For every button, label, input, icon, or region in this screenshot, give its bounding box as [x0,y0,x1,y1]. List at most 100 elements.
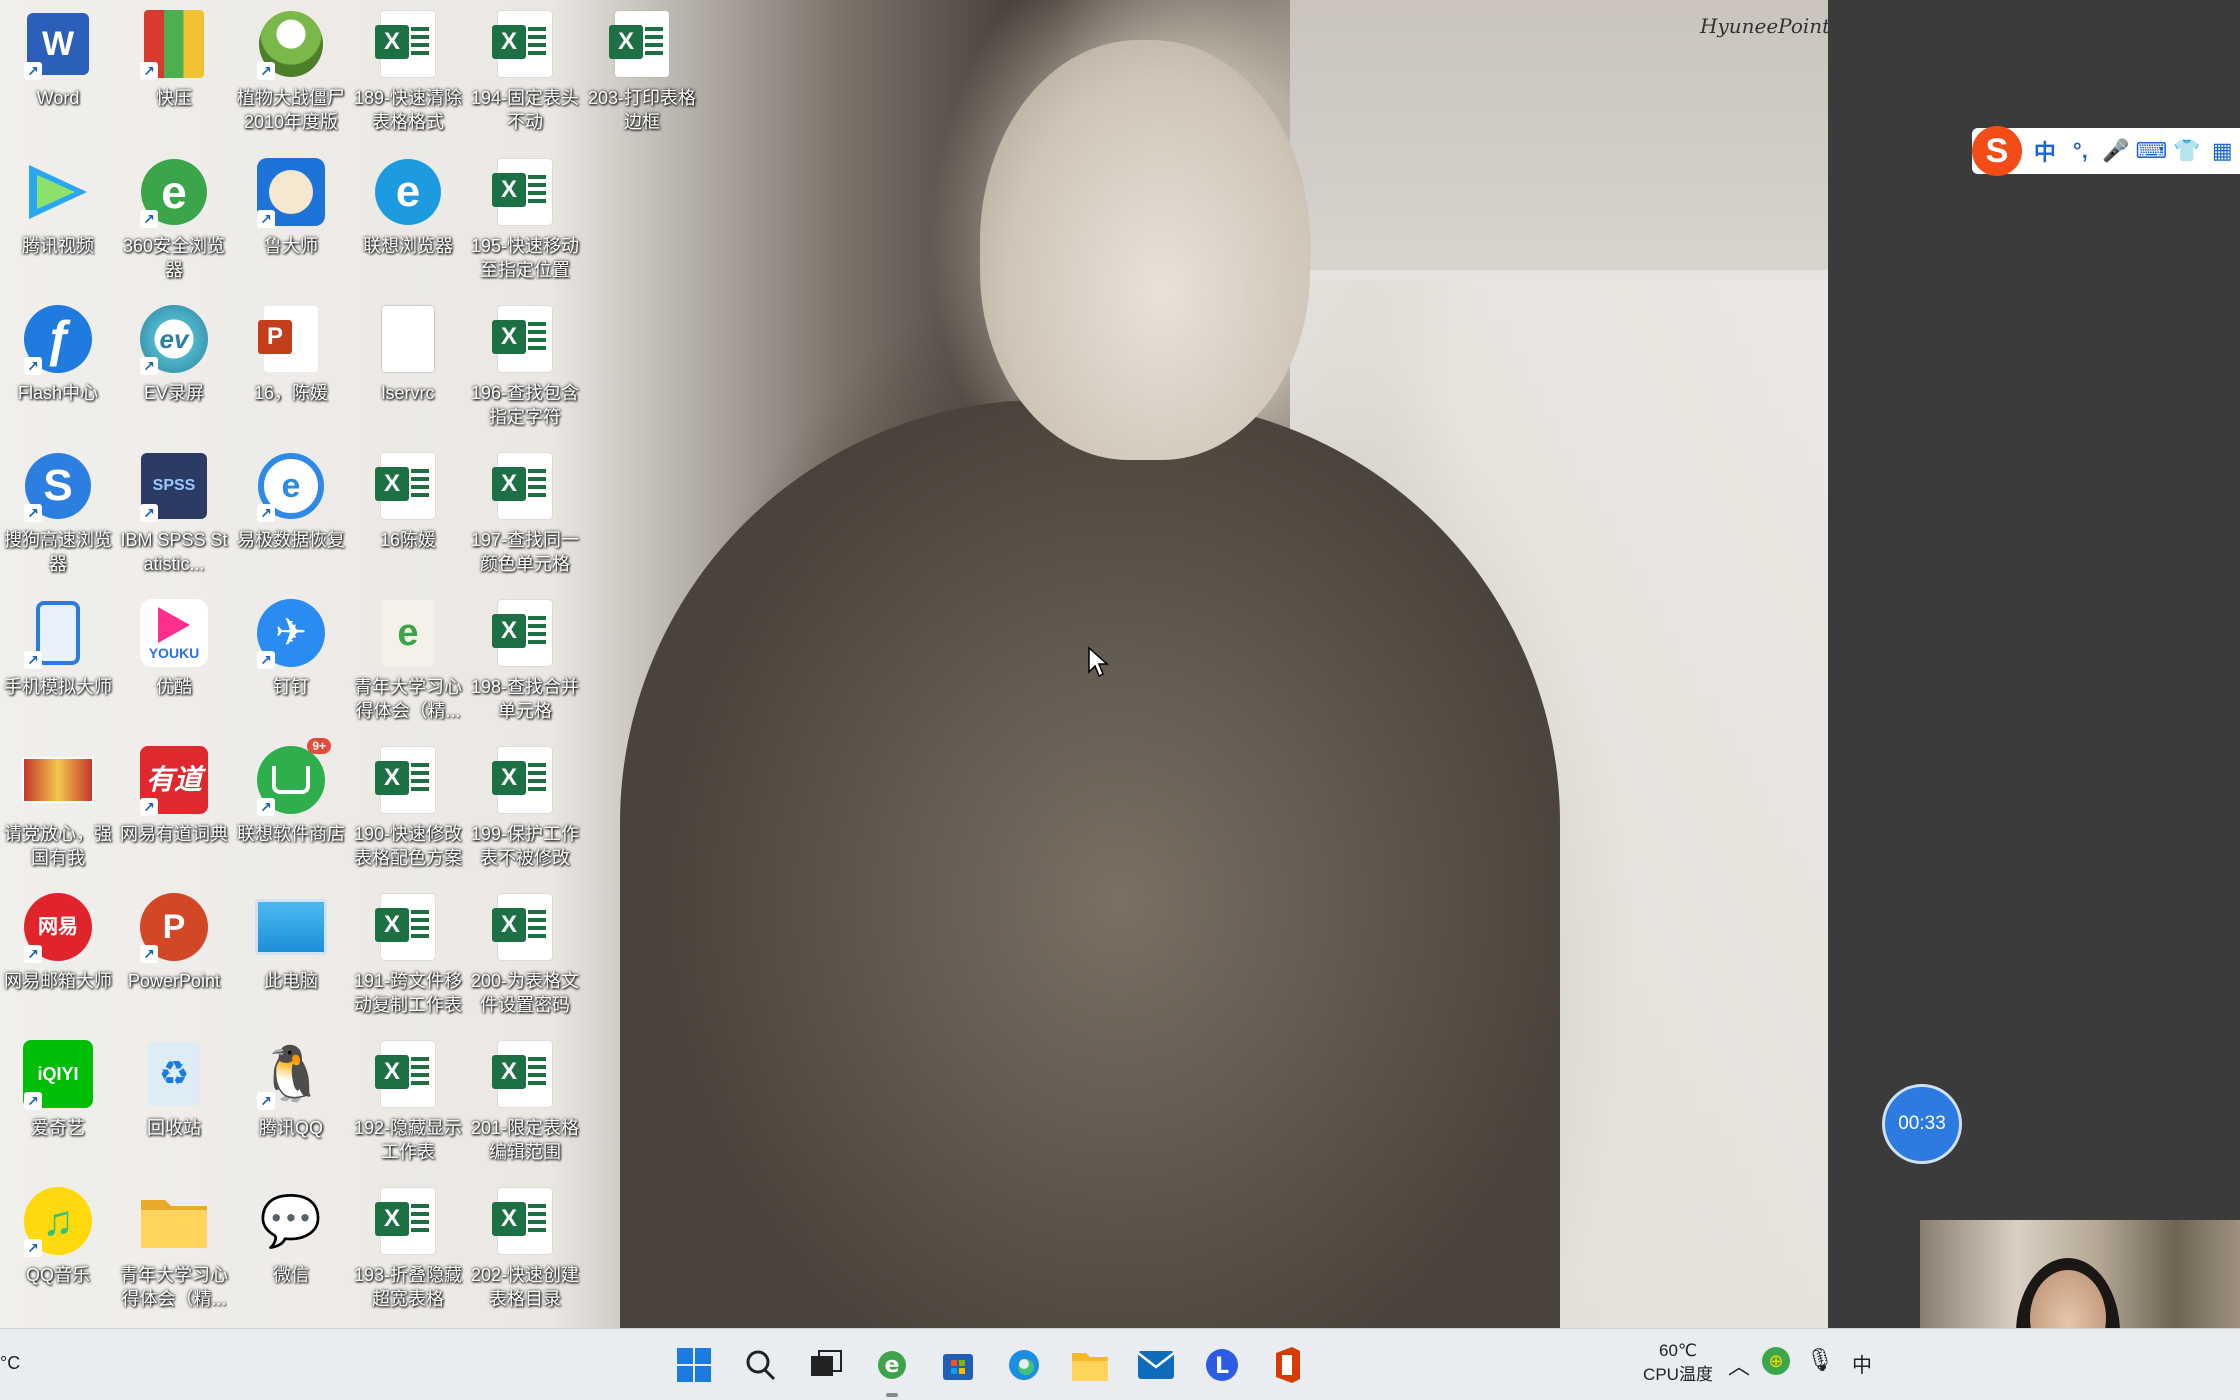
desktop-icon-ludashi[interactable]: ↗ 鲁大师 [233,156,349,258]
desktop-icon-spss[interactable]: SPSS ↗ IBM SPSS Statistic... [116,450,232,576]
dingtalk-icon: ✈ ↗ [255,597,327,669]
ie-file-icon: e [372,597,444,669]
qq-music-icon: ♫ ↗ [22,1185,94,1257]
desktop-icon-excel[interactable]: X 196-查找包含指定字符 [467,303,583,429]
desktop-icon-label: 193-折叠隐藏超宽表格 [353,1265,463,1309]
edge-icon[interactable] [1002,1343,1046,1387]
desktop-icon-tencent-video[interactable]: 腾讯视频 [0,156,116,258]
desktop-icon-excel[interactable]: X 198-查找合并单元格 [467,597,583,723]
desktop-icon-wechat[interactable]: 💬 微信 [233,1185,349,1287]
desktop-icon-blank-file[interactable]: lservrc [350,303,466,405]
desktop-icon-label: 196-查找包含指定字符 [470,383,580,427]
excel-icon: X [489,1185,561,1257]
desktop-icon-this-pc[interactable]: 此电脑 [233,891,349,993]
desktop-icon-lenovo-store[interactable]: 9+ ↗ 联想软件商店 [233,738,349,846]
ime-keyboard-icon[interactable]: ⌨ [2134,128,2169,174]
start-icon[interactable] [672,1343,716,1387]
desktop-icon-word[interactable]: W ↗ Word [0,8,116,110]
desktop-icon-image-file[interactable]: 请党放心，强国有我 [0,744,116,870]
desktop-icon-sogou[interactable]: S ↗ 搜狗高速浏览器 [0,450,116,576]
ime-lang-toggle[interactable]: 中 [2027,128,2062,174]
desktop-icon-excel[interactable]: X 192-隐藏显示工作表 [350,1038,466,1164]
ime-voice-icon[interactable]: 🎤 [2098,128,2133,174]
desktop-icon-yiji[interactable]: e ↗ 易极数据恢复 [233,450,349,552]
desktop-icon-qq-music[interactable]: ♫ ↗ QQ音乐 [0,1185,116,1287]
desktop-icon-excel[interactable]: X 16陈媛 [350,450,466,552]
cpu-temp-widget[interactable]: 60℃ CPU温度 [1628,1339,1728,1387]
desktop-icon-excel[interactable]: X 202-快速创建表格目录 [467,1185,583,1311]
desktop-icon-excel[interactable]: X 201-限定表格编辑范围 [467,1038,583,1164]
desktop-icon-ppt-file[interactable]: P 16，陈媛 [233,303,349,405]
weather-widget[interactable]: °C [0,1353,20,1374]
office-icon[interactable] [1266,1343,1310,1387]
desktop-icon-label: 网易邮箱大师 [4,971,112,991]
ime-skin-icon[interactable]: 👕 [2169,128,2204,174]
taskbar: °C e L 60℃ CPU温度 ︿ ⊕ 🎙 中 [0,1328,2240,1400]
desktop-icon-youku[interactable]: YOUKU 优酷 [116,597,232,699]
desktop-icon-ev[interactable]: ev ↗ EV录屏 [116,303,232,405]
tray-microphone-icon[interactable]: 🎙 [1806,1347,1834,1373]
desktop-icon-excel[interactable]: X 203-打印表格边框 [584,8,700,134]
desktop-icon-excel[interactable]: X 194-固定表头不动 [467,8,583,134]
desktop-icon-excel[interactable]: X 190-快速修改表格配色方案 [350,744,466,870]
ime-toolbox-icon[interactable]: ▦ [2205,128,2240,174]
recycle-bin-icon: ♻ [138,1038,210,1110]
excel-letter: X [375,1202,409,1236]
ime-punct-toggle[interactable]: °, [2063,128,2098,174]
desktop-icon-excel[interactable]: X 199-保护工作表不被修改 [467,744,583,870]
ie-browser-icon[interactable]: e [870,1343,914,1397]
desktop-icon-qq[interactable]: 🐧 ↗ 腾讯QQ [233,1038,349,1140]
sogou-icon: S ↗ [22,450,94,522]
desktop-icon-pvz[interactable]: ↗ 植物大战僵尸2010年度版 [233,8,349,134]
desktop-icon-dingtalk[interactable]: ✈ ↗ 钉钉 [233,597,349,699]
desktop-icon-label: 191-跨文件移动复制工作表 [353,971,463,1015]
desktop-icon-kuaiya[interactable]: ↗ 快压 [116,8,232,110]
file-explorer-icon[interactable] [1068,1343,1112,1387]
desktop-icon-ie-file[interactable]: e 青年大学习心得体会（精... [350,597,466,723]
lenovo-icon[interactable]: L [1200,1343,1244,1387]
desktop-icon-label: 鲁大师 [264,236,318,256]
wechat-icon: 💬 [259,1193,323,1249]
excel-icon: X [489,1038,561,1110]
search-icon[interactable] [738,1343,782,1387]
desktop-icon-label: 201-限定表格编辑范围 [470,1118,580,1162]
ppt-file-icon: P [255,303,327,375]
desktop-icon-excel[interactable]: X 195-快速移动至指定位置 [467,156,583,282]
desktop-icon-excel[interactable]: X 191-跨文件移动复制工作表 [350,891,466,1017]
store-icon[interactable] [936,1343,980,1387]
desktop-icon-recycle-bin[interactable]: ♻ 回收站 [116,1038,232,1140]
pvz-icon: ↗ [255,8,327,80]
yiji-icon: e ↗ [255,450,327,522]
desktop-icon-label: 197-查找同一颜色单元格 [470,530,580,574]
mouse-cursor-icon [1088,646,1109,678]
desktop-icon-youdao[interactable]: 有道 ↗ 网易有道词典 [116,744,232,846]
desktop-icon-phone-sim[interactable]: ↗ 手机模拟大师 [0,597,116,699]
shortcut-arrow-icon: ↗ [24,945,42,963]
desktop-icon-excel[interactable]: X 197-查找同一颜色单元格 [467,450,583,576]
desktop-icon-folder[interactable]: 青年大学习心得体会（精... [116,1185,232,1311]
desktop-icon-excel[interactable]: X 193-折叠隐藏超宽表格 [350,1185,466,1311]
sogou-ime-logo-icon[interactable]: S [1972,126,2022,176]
tray-overflow-chevron-icon[interactable]: ︿ [1728,1349,1750,1381]
desktop-icon-powerpoint[interactable]: P ↗ PowerPoint [116,891,232,993]
desktop-icon-iqiyi[interactable]: iQIYI ↗ 爱奇艺 [0,1038,116,1140]
desktop-icon-excel[interactable]: X 200-为表格文件设置密码 [467,891,583,1017]
tray-ime-indicator[interactable]: 中 [1852,1349,1872,1378]
ev-icon: ev ↗ [138,303,210,375]
desktop-icon-label: 194-固定表头不动 [470,88,580,132]
this-pc-icon [255,891,327,963]
qq-icon: 🐧 ↗ [257,1044,326,1110]
mail-icon[interactable] [1134,1343,1178,1387]
desktop-icon-lenovo-browser[interactable]: e 联想浏览器 [350,156,466,258]
tray-app-icon[interactable]: ⊕ [1762,1347,1790,1375]
desktop-icon-browser-360[interactable]: e ↗ 360安全浏览器 [116,156,232,282]
task-view-icon[interactable] [804,1343,848,1387]
desktop-icon-label: 快压 [156,88,192,108]
wallpaper-figure-head [980,40,1310,460]
desktop-icon-label: 腾讯视频 [22,236,94,256]
recording-timer[interactable]: 00:33 [1882,1084,1962,1164]
desktop-icon-mail-master[interactable]: 网易 ↗ 网易邮箱大师 [0,891,116,993]
desktop-icon-flash[interactable]: ƒ ↗ Flash中心 [0,303,116,405]
desktop-icon-label: Flash中心 [17,383,98,403]
desktop-icon-excel[interactable]: X 189-快速清除表格格式 [350,8,466,134]
